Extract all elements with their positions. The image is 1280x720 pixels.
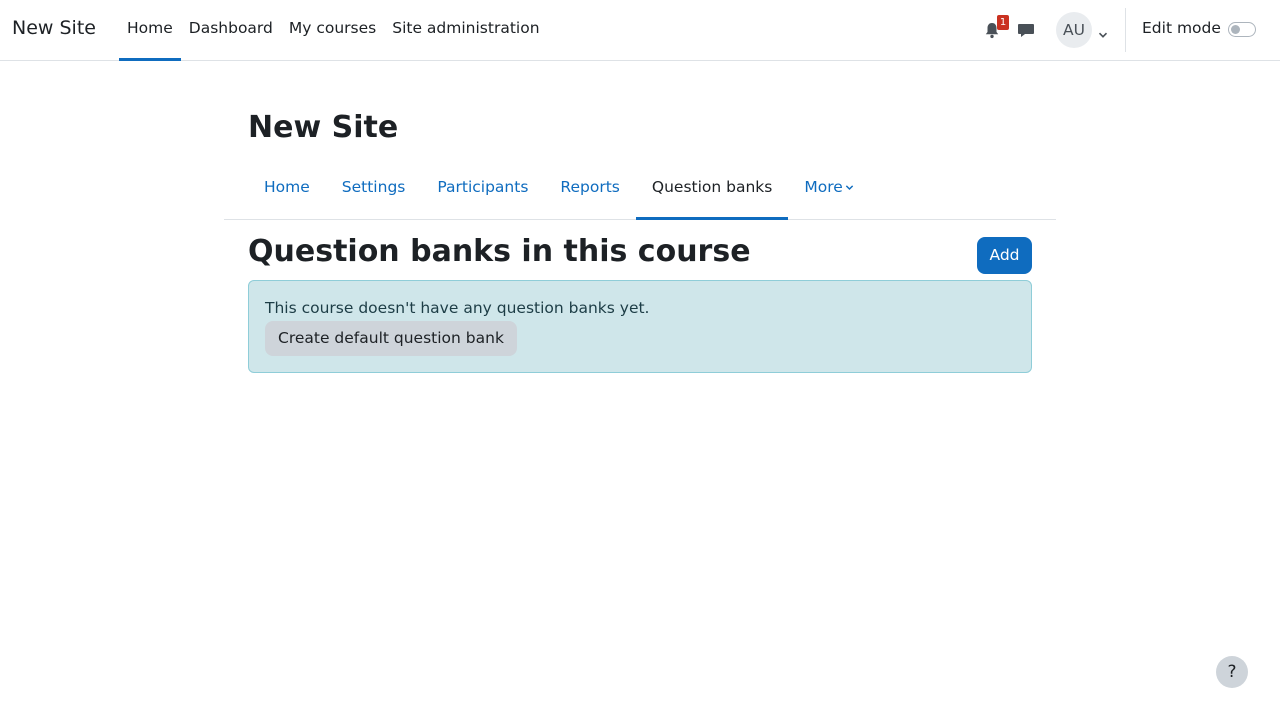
nav-dashboard[interactable]: Dashboard — [181, 0, 281, 60]
add-button[interactable]: Add — [977, 237, 1032, 274]
messages-button[interactable] — [1016, 20, 1036, 40]
edit-mode-toggle[interactable] — [1228, 22, 1256, 37]
create-default-question-bank-button[interactable]: Create default question bank — [265, 321, 517, 356]
alert-message: This course doesn't have any question ba… — [265, 299, 650, 317]
nav-site-administration[interactable]: Site administration — [384, 0, 547, 60]
chevron-down-icon — [1098, 32, 1108, 38]
question-banks-heading: Question banks in this course — [248, 234, 751, 269]
user-avatar[interactable]: AU — [1056, 12, 1092, 48]
chevron-down-icon — [845, 185, 853, 191]
primary-navigation: Home Dashboard My courses Site administr… — [119, 0, 548, 61]
message-bubble-icon — [1018, 24, 1034, 37]
nav-my-courses[interactable]: My courses — [281, 0, 384, 60]
user-menu-caret[interactable] — [1098, 25, 1108, 38]
secondary-navigation: Home Settings Participants Reports Quest… — [224, 157, 1056, 220]
tab-more[interactable]: More — [788, 157, 869, 219]
nav-home[interactable]: Home — [119, 0, 181, 61]
navbar-divider — [1125, 8, 1126, 52]
tab-participants[interactable]: Participants — [421, 157, 544, 219]
notification-count-badge: 1 — [997, 15, 1009, 30]
tab-question-banks[interactable]: Question banks — [635, 157, 789, 220]
site-brand-link[interactable]: New Site — [12, 17, 96, 39]
tab-home[interactable]: Home — [248, 157, 326, 219]
top-navbar: New Site Home Dashboard My courses Site … — [0, 0, 1280, 61]
edit-mode-label: Edit mode — [1142, 19, 1221, 37]
info-alert: This course doesn't have any question ba… — [248, 280, 1032, 373]
tab-reports[interactable]: Reports — [544, 157, 635, 219]
tab-settings[interactable]: Settings — [326, 157, 422, 219]
tab-more-label: More — [804, 178, 843, 196]
toggle-knob — [1231, 25, 1240, 34]
page-title: New Site — [248, 110, 399, 145]
help-button[interactable]: ? — [1216, 656, 1248, 688]
